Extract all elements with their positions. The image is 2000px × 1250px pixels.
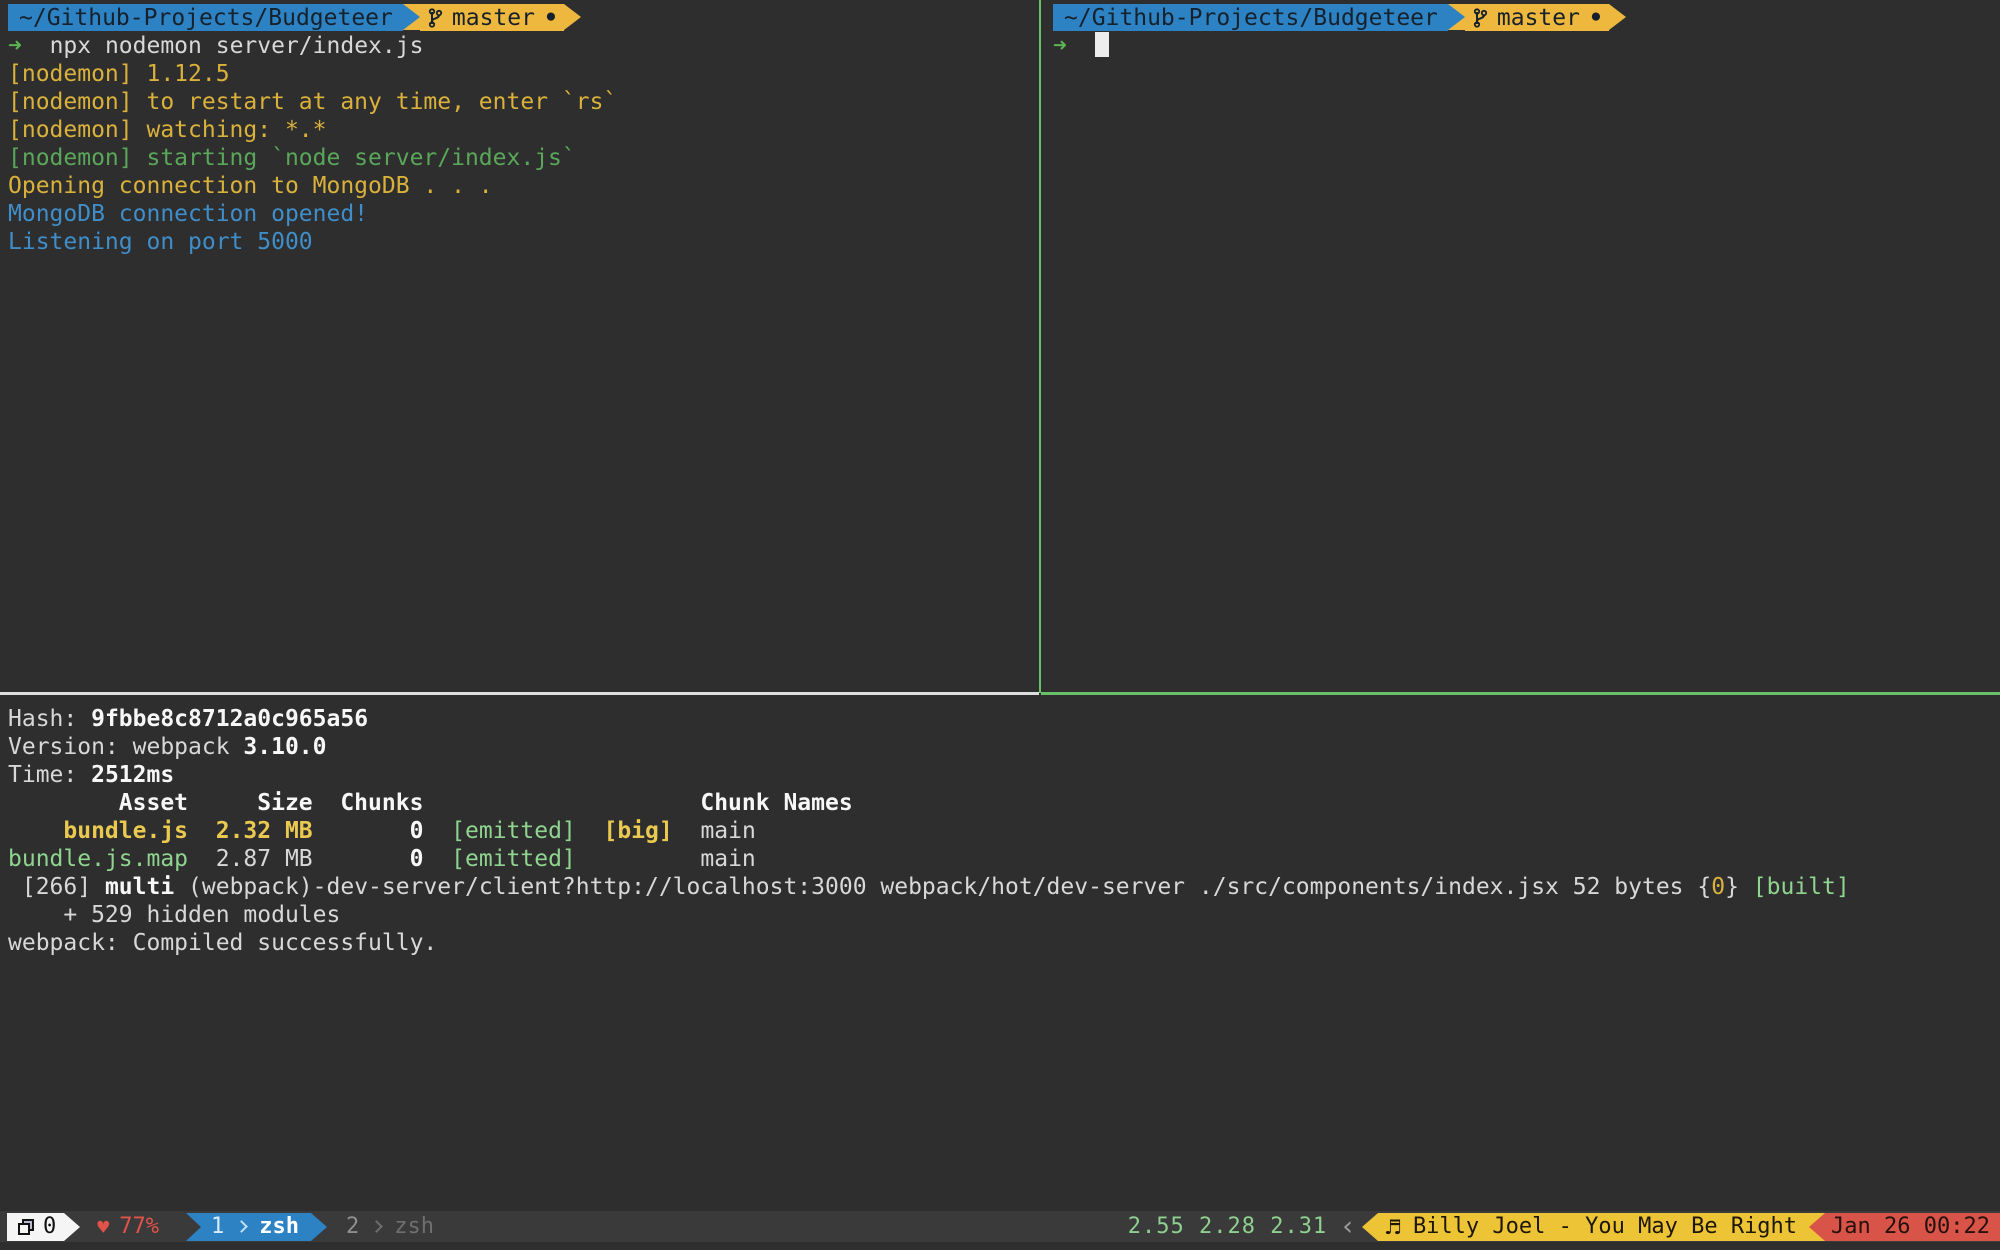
terminal-line: webpack: Compiled successfully. <box>8 929 2000 957</box>
date-time: Jan 26 00:22 <box>1831 1213 1990 1241</box>
terminal-line: [nodemon] 1.12.5 <box>8 60 1039 88</box>
terminal-line: Version: webpack 3.10.0 <box>8 733 2000 761</box>
terminal-line: [nodemon] starting `node server/index.js… <box>8 144 1039 172</box>
pane-server[interactable]: ~/Github-Projects/Budgeteer master • ➜ n… <box>0 0 1039 692</box>
music-note-icon: ♬ <box>1384 1213 1402 1241</box>
powerline-arrow-icon <box>1448 4 1465 30</box>
prompt-branch: master <box>452 4 535 32</box>
tab-session-2[interactable]: 2 zsh <box>346 1213 434 1241</box>
terminal-screen: ~/Github-Projects/Budgeteer master • ➜ n… <box>0 0 2000 1250</box>
terminal-line: Listening on port 5000 <box>8 228 1039 256</box>
terminal-line: [nodemon] to restart at any time, enter … <box>8 88 1039 116</box>
git-dirty-dot-icon: • <box>544 4 558 32</box>
terminal-line: Time: 2512ms <box>8 761 2000 789</box>
terminal-line: [nodemon] watching: *.* <box>8 116 1039 144</box>
terminal-line: bundle.js.map 2.87 MB 0 [emitted] main <box>8 845 2000 873</box>
now-playing: ♬ Billy Joel - You May Be Right <box>1378 1213 1809 1241</box>
git-branch-icon <box>1473 8 1488 28</box>
powerline-arrow-left-icon <box>1809 1213 1825 1241</box>
status-bar: 0 ♥ 77% 1 zsh 2 zsh <box>0 1211 2000 1242</box>
pane-idle-shell[interactable]: ~/Github-Projects/Budgeteer master • ➜ <box>1041 0 2000 692</box>
prompt-path: ~/Github-Projects/Budgeteer <box>1064 4 1438 32</box>
shell-prompt: ~/Github-Projects/Budgeteer master • <box>8 4 1039 31</box>
terminal-line: Opening connection to MongoDB . . . <box>8 172 1039 200</box>
vertical-pane-divider[interactable] <box>1039 0 1041 693</box>
prompt-path-segment: ~/Github-Projects/Budgeteer <box>8 4 403 31</box>
terminal-line: Asset Size Chunks Chunk Names <box>8 789 2000 817</box>
terminal-line: MongoDB connection opened! <box>8 200 1039 228</box>
chevron-left-icon: ‹ <box>1342 1213 1353 1241</box>
webpack-output: Hash: 9fbbe8c8712a0c965a56Version: webpa… <box>8 705 2000 957</box>
powerline-arrow-icon <box>64 1213 80 1241</box>
session-index: 1 <box>211 1213 224 1241</box>
pane-webpack[interactable]: Hash: 9fbbe8c8712a0c965a56Version: webpa… <box>0 692 2000 1211</box>
git-branch-icon <box>428 8 443 28</box>
prompt-arrow-icon: ➜ <box>1053 33 1067 59</box>
chevron-right-icon <box>235 1220 248 1233</box>
powerline-notch-icon <box>186 1213 201 1241</box>
text-cursor <box>1095 32 1109 57</box>
git-dirty-dot-icon: • <box>1589 4 1603 32</box>
powerline-arrow-icon <box>564 4 581 30</box>
battery-status: ♥ 77% <box>97 1213 159 1241</box>
powerline-arrow-left-icon <box>1362 1213 1378 1241</box>
heart-icon: ♥ <box>97 1213 109 1241</box>
command-line[interactable]: ➜ <box>1053 32 2000 60</box>
powerline-arrow-icon <box>403 4 420 30</box>
prompt-git-segment: master • <box>1465 4 1609 31</box>
terminal-line: Hash: 9fbbe8c8712a0c965a56 <box>8 705 2000 733</box>
terminal-line: ➜ npx nodemon server/index.js <box>8 32 1039 60</box>
shell-prompt: ~/Github-Projects/Budgeteer master • <box>1053 4 2000 31</box>
status-bar-left: 0 ♥ 77% 1 zsh 2 zsh <box>7 1213 434 1241</box>
terminal-line: + 529 hidden modules <box>8 901 2000 929</box>
prompt-path-segment: ~/Github-Projects/Budgeteer <box>1053 4 1448 31</box>
load-average: 2.55 2.28 2.31 <box>1128 1213 1327 1241</box>
now-playing-title: Billy Joel - You May Be Right <box>1413 1213 1797 1241</box>
prompt-path: ~/Github-Projects/Budgeteer <box>19 4 393 32</box>
prompt-branch: master <box>1497 4 1580 32</box>
window-icon <box>18 1219 34 1235</box>
session-index: 2 <box>346 1213 359 1241</box>
window-number: 0 <box>43 1213 56 1241</box>
status-bar-right: 2.55 2.28 2.31 ‹ ♬ Billy Joel - You May … <box>1128 1213 2000 1241</box>
powerline-arrow-icon <box>1609 4 1626 30</box>
battery-percent: 77% <box>119 1213 159 1241</box>
session-name: zsh <box>394 1213 434 1241</box>
prompt-git-segment: master • <box>420 4 564 31</box>
window-indicator[interactable]: 0 <box>7 1213 64 1241</box>
server-output: ➜ npx nodemon server/index.js[nodemon] 1… <box>8 32 1039 256</box>
session-name: zsh <box>259 1213 299 1241</box>
powerline-arrow-icon <box>311 1213 327 1241</box>
chevron-right-icon <box>370 1220 383 1233</box>
clock: Jan 26 00:22 <box>1825 1213 2000 1241</box>
terminal-line: [266] multi (webpack)-dev-server/client?… <box>8 873 2000 901</box>
terminal-line: bundle.js 2.32 MB 0 [emitted] [big] main <box>8 817 2000 845</box>
tab-session-1[interactable]: 1 zsh <box>186 1213 327 1241</box>
